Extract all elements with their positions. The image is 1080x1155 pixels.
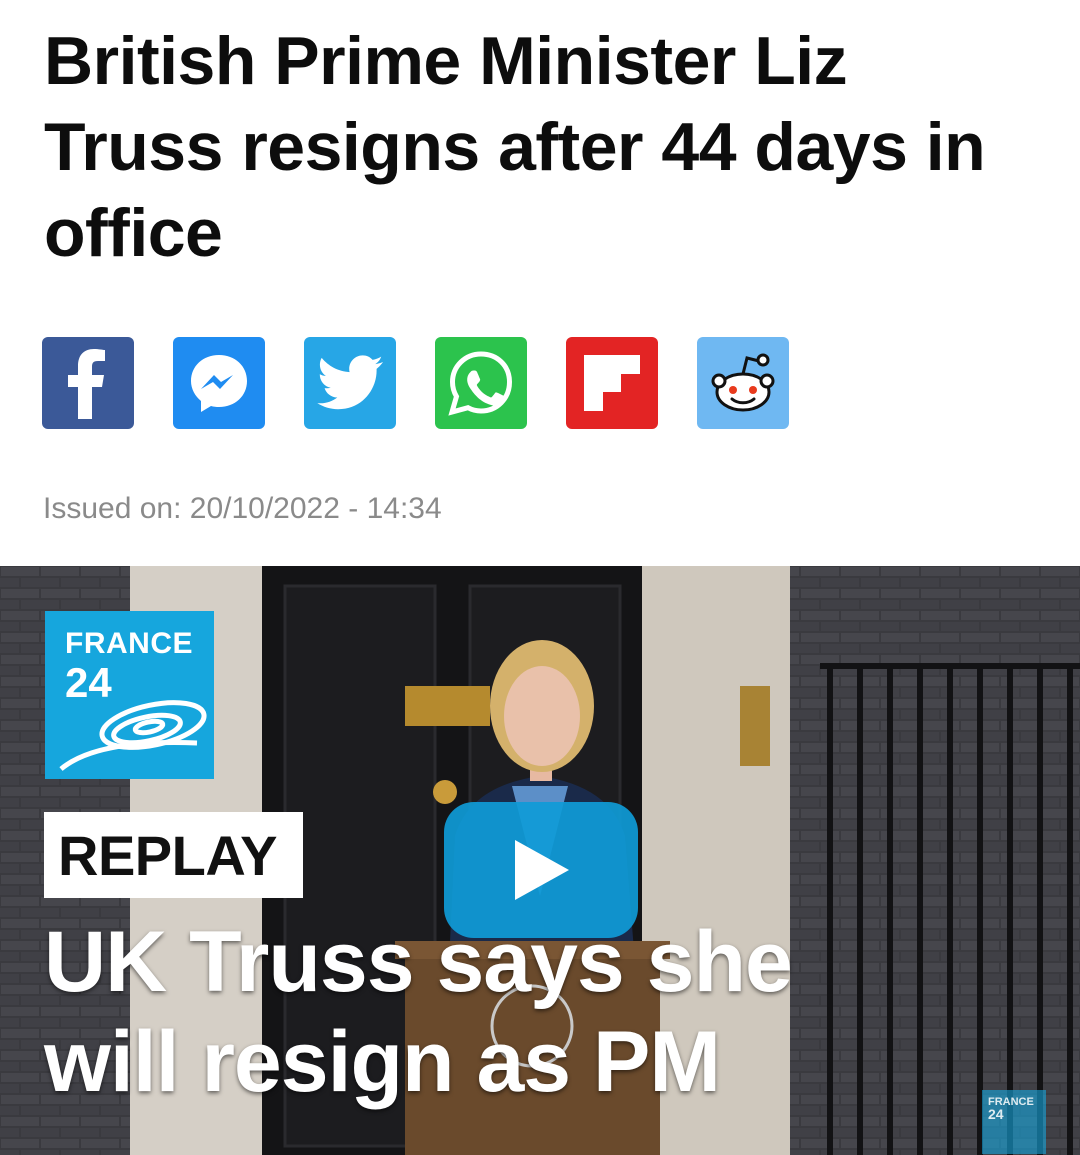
play-button[interactable] <box>444 802 638 938</box>
reddit-icon <box>711 353 775 412</box>
article-headline: British Prime Minister Liz Truss resigns… <box>44 23 986 271</box>
messenger-share-button[interactable] <box>173 337 265 429</box>
replay-badge: REPLAY <box>44 812 303 898</box>
messenger-icon <box>191 355 247 412</box>
france24-logo: FRANCE 24 <box>45 611 214 779</box>
video-caption: UK Truss says she will resign as PM <box>44 914 793 1110</box>
whatsapp-share-button[interactable] <box>435 337 527 429</box>
issued-date: Issued on: 20/10/2022 - 14:34 <box>43 492 442 525</box>
twitter-icon <box>317 355 383 410</box>
twitter-share-button[interactable] <box>304 337 396 429</box>
facebook-share-button[interactable] <box>42 337 134 429</box>
flipboard-icon <box>584 355 640 411</box>
reddit-share-button[interactable] <box>697 337 789 429</box>
france24-watermark: FRANCE 24 <box>982 1090 1046 1154</box>
facebook-icon <box>68 349 105 419</box>
video-player[interactable]: FRANCE 24 REPLAY UK Truss says she will … <box>0 566 1080 1155</box>
flipboard-share-button[interactable] <box>566 337 658 429</box>
whatsapp-icon <box>448 351 513 416</box>
play-icon <box>515 840 569 900</box>
share-bar <box>42 337 789 429</box>
